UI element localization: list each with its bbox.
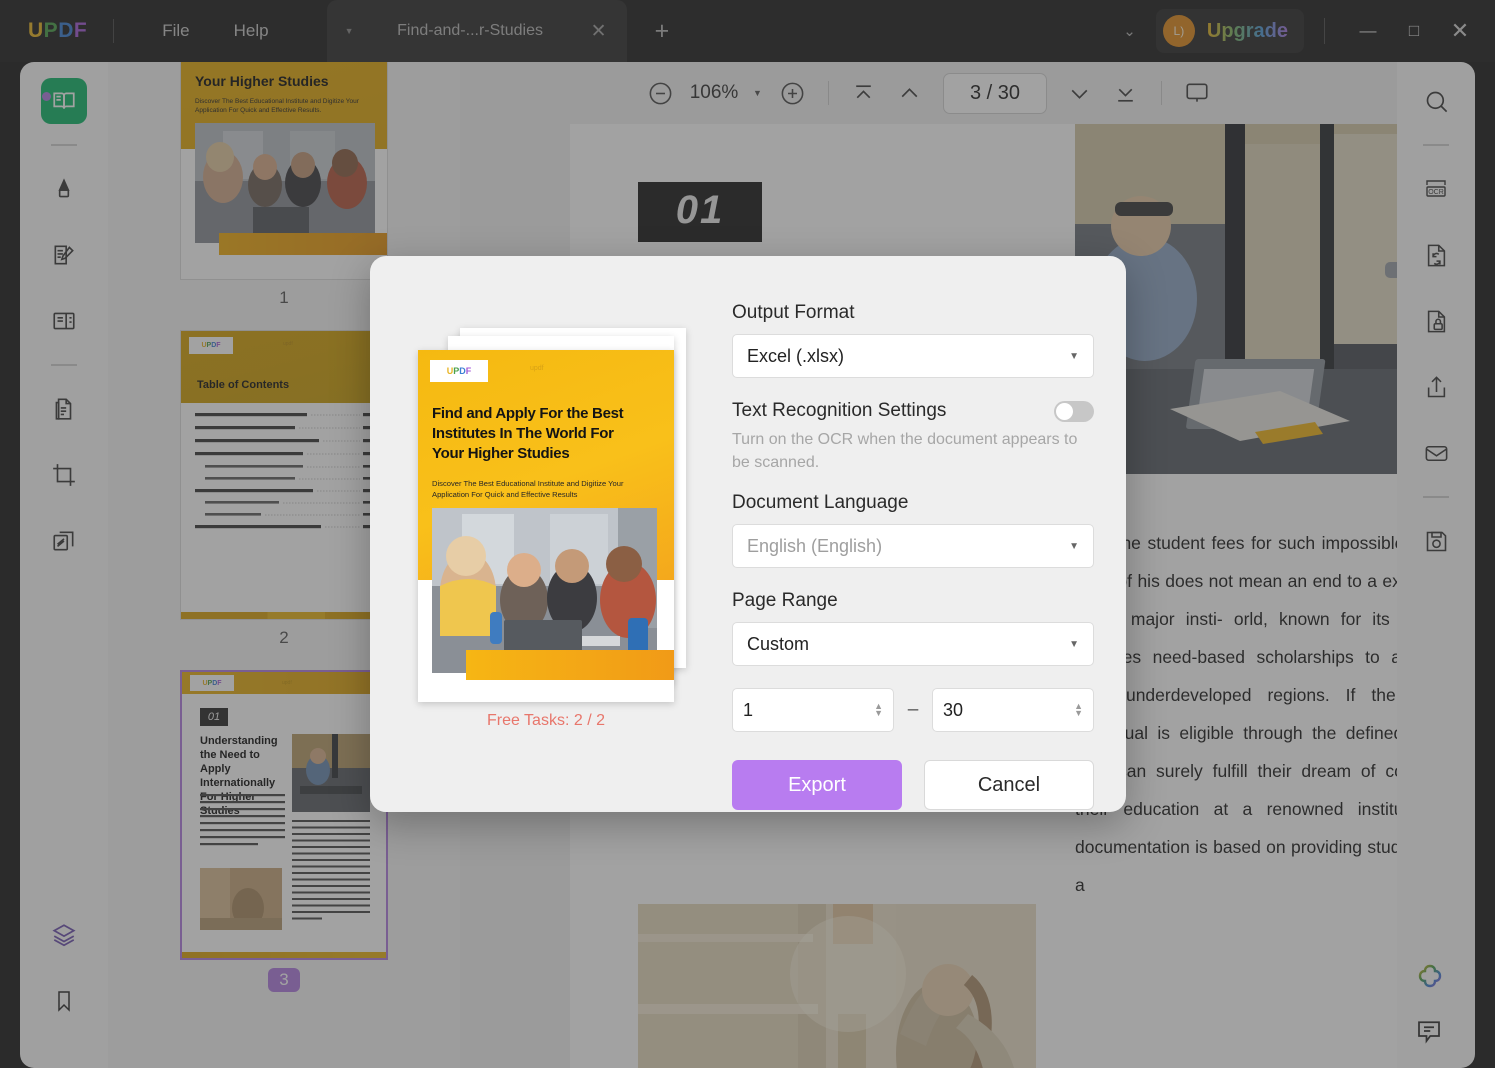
cover-logo: UPDF bbox=[430, 360, 488, 382]
cover-photo bbox=[432, 508, 657, 673]
page-to-input[interactable]: 30 ▲ ▼ bbox=[932, 688, 1094, 732]
cover-footer-band bbox=[466, 650, 674, 680]
chevron-down-icon: ▼ bbox=[1069, 540, 1079, 552]
stepper-icon[interactable]: ▲ ▼ bbox=[1074, 702, 1083, 718]
ocr-label: Text Recognition Settings bbox=[732, 400, 947, 421]
page-range-value: Custom bbox=[747, 633, 810, 654]
dialog-form-pane: Output Format Excel (.xlsx) ▼ Text Recog… bbox=[718, 256, 1126, 812]
page-from-value: 1 bbox=[743, 699, 754, 720]
ocr-toggle[interactable] bbox=[1054, 400, 1094, 422]
ocr-row: Text Recognition Settings bbox=[732, 400, 1094, 422]
page-from-input[interactable]: 1 ▲ ▼ bbox=[732, 688, 894, 732]
dialog-preview-pane: UPDF updf Find and Apply For the Best In… bbox=[370, 256, 718, 812]
output-format-label: Output Format bbox=[732, 302, 855, 323]
export-button[interactable]: Export bbox=[732, 760, 902, 810]
dialog-actions: Export Cancel bbox=[732, 760, 1094, 810]
toggle-knob bbox=[1056, 402, 1073, 420]
page-range-inputs: 1 ▲ ▼ – 30 ▲ ▼ bbox=[732, 688, 1094, 732]
output-format-value: Excel (.xlsx) bbox=[747, 345, 845, 366]
document-preview-stack: UPDF updf Find and Apply For the Best In… bbox=[418, 328, 690, 702]
chevron-down-icon: ▼ bbox=[1069, 638, 1079, 650]
cover-watermark: updf bbox=[530, 365, 544, 372]
chevron-down-icon: ▼ bbox=[1069, 350, 1079, 362]
stepper-icon[interactable]: ▲ ▼ bbox=[874, 702, 883, 718]
page-to-value: 30 bbox=[943, 699, 964, 720]
range-dash: – bbox=[907, 699, 919, 720]
cover-title: Find and Apply For the Best Institutes I… bbox=[432, 405, 624, 462]
cancel-button[interactable]: Cancel bbox=[924, 760, 1094, 810]
preview-sheet-front: UPDF updf Find and Apply For the Best In… bbox=[418, 350, 674, 702]
document-language-value: English (English) bbox=[747, 535, 883, 556]
document-language-label: Document Language bbox=[732, 492, 909, 513]
page-range-select[interactable]: Custom ▼ bbox=[732, 622, 1094, 666]
cover-subtitle: Discover The Best Educational Institute … bbox=[432, 479, 624, 499]
free-tasks-label: Free Tasks: 2 / 2 bbox=[487, 712, 605, 729]
ocr-hint: Turn on the OCR when the document appear… bbox=[732, 431, 1078, 471]
app-window: UPDF File Help ▼ Find-and-...r-Studies ✕… bbox=[0, 0, 1495, 1068]
document-language-select[interactable]: English (English) ▼ bbox=[732, 524, 1094, 568]
preview-cover-page: UPDF updf Find and Apply For the Best In… bbox=[418, 350, 674, 702]
output-format-select[interactable]: Excel (.xlsx) ▼ bbox=[732, 334, 1094, 378]
page-range-label: Page Range bbox=[732, 590, 838, 611]
export-dialog: UPDF updf Find and Apply For the Best In… bbox=[370, 256, 1126, 812]
